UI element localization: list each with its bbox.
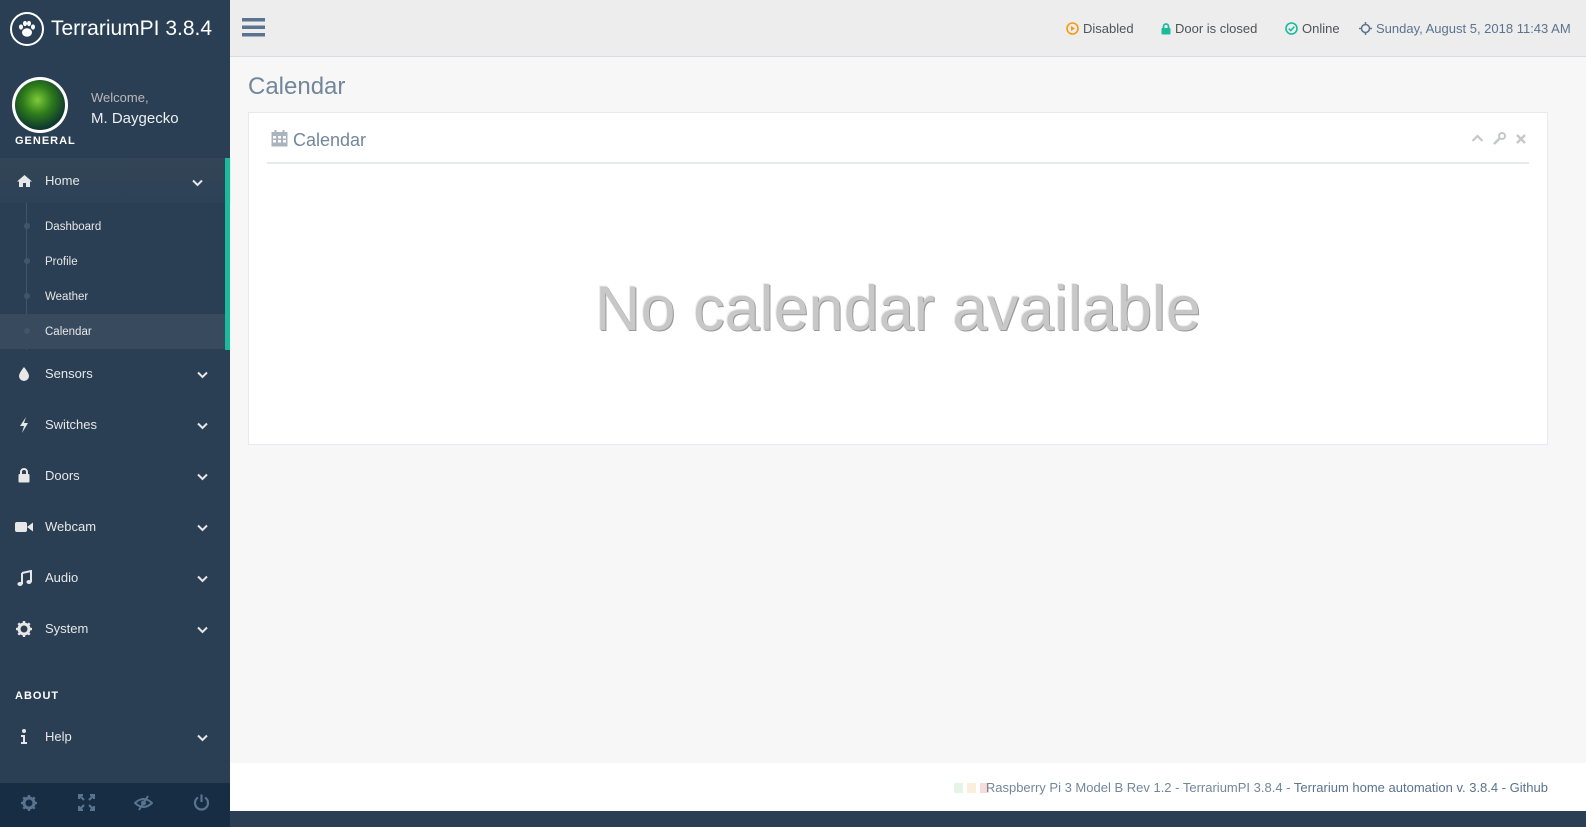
- brand-title: TerrariumPI 3.8.4: [51, 16, 213, 40]
- gear-icon: [13, 620, 35, 637]
- engine-status[interactable]: Disabled: [1066, 21, 1134, 36]
- submenu-item-calendar[interactable]: Calendar: [0, 314, 225, 349]
- page-footer: Raspberry Pi 3 Model B Rev 1.2 - Terrari…: [230, 763, 1586, 811]
- sidebar-item-audio[interactable]: Audio: [0, 552, 230, 603]
- hamburger-icon: [242, 18, 265, 41]
- sidebar-item-label: Home: [45, 173, 80, 188]
- eye-slash-icon: [133, 794, 154, 816]
- submenu-item-dashboard[interactable]: Dashboard: [0, 209, 225, 244]
- lock-icon: [1161, 22, 1171, 35]
- fullscreen-button[interactable]: [58, 783, 116, 827]
- chevron-down-icon: [197, 469, 208, 484]
- sidebar: TerrariumPI 3.8.4 Welcome, M. Daygecko G…: [0, 0, 230, 827]
- panel-title: Calendar: [293, 130, 367, 150]
- welcome-text: Welcome,: [91, 90, 149, 105]
- sidebar-item-label: Audio: [45, 570, 79, 585]
- chevron-down-icon: [197, 520, 208, 535]
- power-icon: [193, 794, 210, 816]
- status-indicator-orange: [967, 783, 976, 793]
- avatar[interactable]: [12, 77, 68, 133]
- settings-button[interactable]: [1493, 132, 1506, 150]
- sidebar-item-label: System: [45, 621, 89, 636]
- chevron-down-icon: [197, 571, 208, 586]
- home-icon: [13, 174, 35, 188]
- bottom-bar: [230, 811, 1586, 827]
- chevron-down-icon: [197, 730, 208, 745]
- footer-text: Raspberry Pi 3 Model B Rev 1.2 - Terrari…: [986, 780, 1548, 795]
- submenu-item-weather[interactable]: Weather: [0, 279, 225, 314]
- submenu-label: Weather: [45, 290, 89, 303]
- sidebar-item-label: Doors: [45, 468, 80, 483]
- panel-toolbox: [1471, 132, 1527, 150]
- menu-toggle-button[interactable]: [242, 17, 265, 42]
- submenu-label: Profile: [45, 255, 78, 268]
- power-button[interactable]: [173, 783, 231, 827]
- wrench-icon: [1493, 132, 1506, 149]
- status-indicator-green: [954, 783, 963, 793]
- close-icon: [1515, 132, 1527, 149]
- video-icon: [13, 521, 35, 533]
- close-button[interactable]: [1515, 132, 1527, 150]
- sidebar-item-label: Webcam: [45, 519, 97, 534]
- section-title-general: GENERAL: [15, 135, 76, 147]
- calendar-icon: [271, 130, 288, 152]
- sidebar-item-label: Help: [45, 729, 72, 744]
- calendar-panel: Calendar No calendar available: [248, 112, 1548, 445]
- sidebar-item-label: Switches: [45, 417, 98, 432]
- info-icon: [13, 729, 35, 744]
- door-status[interactable]: Door is closed: [1161, 21, 1257, 36]
- play-circle-icon: [1066, 22, 1079, 35]
- door-status-text: Door is closed: [1175, 21, 1258, 36]
- footer-github-link[interactable]: Terrarium home automation v. 3.8.4 - Git…: [1294, 780, 1548, 795]
- music-icon: [13, 569, 35, 586]
- top-navbar: Disabled Door is closed Online Sunday, A…: [230, 0, 1586, 57]
- footer-system-info: Raspberry Pi 3 Model B Rev 1.2 - Terrari…: [985, 780, 1294, 795]
- panel-header: Calendar: [267, 126, 1529, 164]
- username: M. Daygecko: [91, 110, 179, 127]
- section-title-about: ABOUT: [15, 690, 60, 702]
- sidebar-item-system[interactable]: System: [0, 603, 230, 654]
- datetime-text: Sunday, August 5, 2018 11:43 AM: [1376, 21, 1571, 36]
- sidebar-item-home[interactable]: Home: [0, 158, 230, 203]
- home-submenu: Dashboard Profile Weather Calendar: [0, 203, 230, 350]
- collapse-button[interactable]: [1471, 132, 1484, 150]
- clock-icon: [1359, 22, 1372, 35]
- sidebar-item-help[interactable]: Help: [0, 711, 230, 762]
- bolt-icon: [13, 416, 35, 433]
- engine-status-text: Disabled: [1083, 21, 1134, 36]
- datetime-status: Sunday, August 5, 2018 11:43 AM: [1359, 21, 1571, 36]
- fullscreen-icon: [77, 793, 95, 816]
- submenu-label: Dashboard: [45, 220, 102, 233]
- connection-status-text: Online: [1302, 21, 1340, 36]
- chevron-down-icon: [197, 622, 208, 637]
- paw-icon: [10, 11, 44, 46]
- connection-status[interactable]: Online: [1285, 21, 1340, 36]
- chevron-down-icon: [197, 367, 208, 382]
- sidebar-item-switches[interactable]: Switches: [0, 399, 230, 450]
- chevron-down-icon: [192, 175, 203, 190]
- hide-button[interactable]: [115, 783, 173, 827]
- tint-icon: [13, 366, 35, 381]
- empty-calendar-message: No calendar available: [595, 274, 1201, 344]
- gear-icon: [20, 794, 37, 816]
- chevron-up-icon: [1471, 132, 1484, 149]
- settings-button[interactable]: [0, 783, 58, 827]
- sidebar-footer: [0, 783, 230, 827]
- sidebar-item-doors[interactable]: Doors: [0, 450, 230, 501]
- sidebar-item-sensors[interactable]: Sensors: [0, 348, 230, 399]
- brand[interactable]: TerrariumPI 3.8.4: [0, 0, 230, 57]
- chevron-down-icon: [197, 418, 208, 433]
- sidebar-item-webcam[interactable]: Webcam: [0, 501, 230, 552]
- page-title: Calendar: [248, 73, 346, 100]
- lock-icon: [13, 468, 35, 483]
- sidebar-item-label: Sensors: [45, 366, 93, 381]
- submenu-item-profile[interactable]: Profile: [0, 244, 225, 279]
- check-circle-icon: [1285, 22, 1298, 35]
- submenu-label: Calendar: [45, 325, 92, 338]
